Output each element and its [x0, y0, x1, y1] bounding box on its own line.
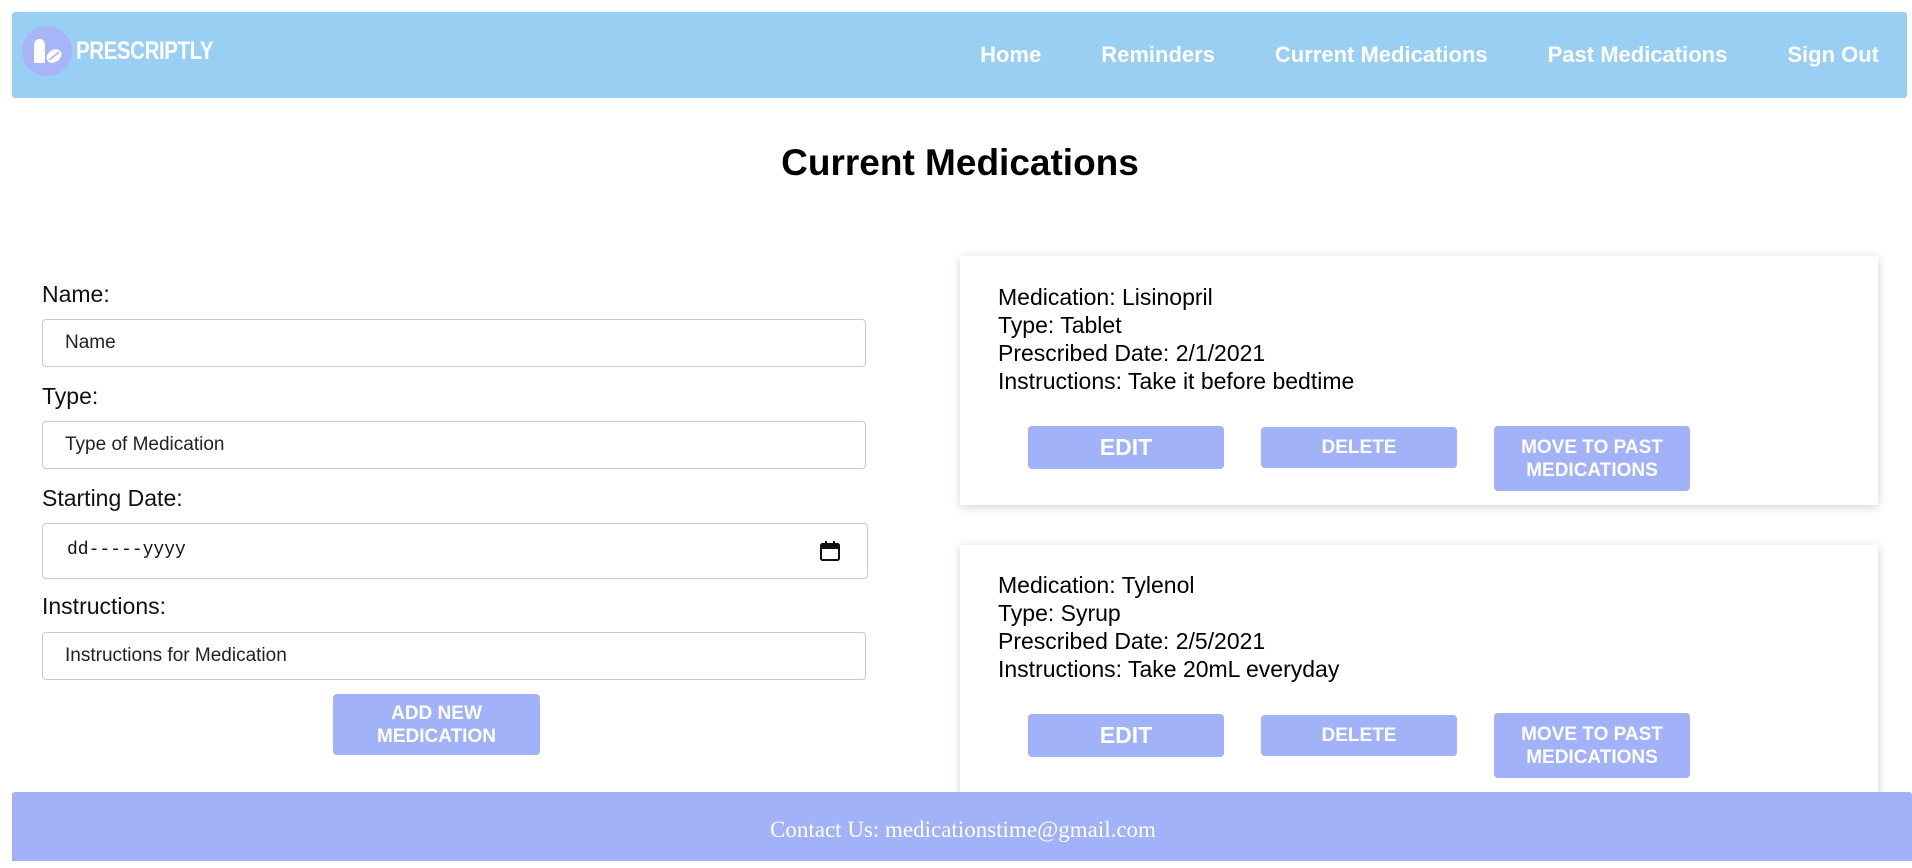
brand-name: PRESCRIPTLY: [76, 36, 214, 65]
add-new-medication-button[interactable]: ADD NEW MEDICATION: [333, 694, 540, 755]
name-label: Name:: [42, 281, 110, 307]
edit-button[interactable]: EDIT: [1028, 714, 1224, 757]
brand-logo[interactable]: PRESCRIPTLY: [22, 26, 243, 76]
medication-instructions: Instructions: Take it before bedtime: [998, 368, 1355, 394]
delete-button[interactable]: DELETE: [1261, 427, 1457, 468]
prescribed-date: Prescribed Date: 2/5/2021: [998, 628, 1266, 654]
navbar: PRESCRIPTLY Home Reminders Current Medic…: [12, 12, 1907, 98]
edit-button[interactable]: EDIT: [1028, 426, 1224, 469]
nav-current-medications[interactable]: Current Medications: [1275, 42, 1488, 68]
pill-icon: [22, 26, 72, 76]
nav-home[interactable]: Home: [980, 42, 1041, 68]
medication-name: Medication: Lisinopril: [998, 284, 1213, 310]
starting-date-input[interactable]: dd-----yyyy: [42, 523, 868, 579]
instructions-label: Instructions:: [42, 593, 166, 619]
medication-type: Type: Syrup: [998, 600, 1121, 626]
nav-links: Home Reminders Current Medications Past …: [920, 12, 1879, 98]
instructions-input[interactable]: [42, 632, 866, 680]
nav-sign-out[interactable]: Sign Out: [1787, 42, 1879, 68]
add-new-medication-label: ADD NEW MEDICATION: [377, 702, 496, 747]
medication-card: Medication: Lisinopril Type: Tablet Pres…: [960, 256, 1878, 505]
nav-past-medications[interactable]: Past Medications: [1548, 42, 1728, 68]
delete-button[interactable]: DELETE: [1261, 715, 1457, 756]
starting-date-label: Starting Date:: [42, 485, 183, 511]
calendar-icon[interactable]: [819, 540, 841, 562]
move-to-past-label: MOVE TO PAST MEDICATIONS: [1521, 436, 1663, 481]
move-to-past-button[interactable]: MOVE TO PAST MEDICATIONS: [1494, 426, 1690, 491]
name-input[interactable]: [42, 319, 866, 367]
move-to-past-label: MOVE TO PAST MEDICATIONS: [1521, 723, 1663, 768]
medication-instructions: Instructions: Take 20mL everyday: [998, 656, 1340, 682]
nav-reminders[interactable]: Reminders: [1101, 42, 1215, 68]
medication-card: Medication: Tylenol Type: Syrup Prescrib…: [960, 545, 1878, 805]
contact-text[interactable]: Contact Us: medicationstime@gmail.com: [12, 792, 1912, 861]
type-input[interactable]: [42, 421, 866, 469]
date-placeholder: dd-----yyyy: [67, 540, 186, 560]
page-title: Current Medications: [781, 142, 1139, 183]
medication-name: Medication: Tylenol: [998, 572, 1195, 598]
type-label: Type:: [42, 383, 99, 409]
move-to-past-button[interactable]: MOVE TO PAST MEDICATIONS: [1494, 713, 1690, 778]
medication-type: Type: Tablet: [998, 312, 1122, 338]
prescribed-date: Prescribed Date: 2/1/2021: [998, 340, 1266, 366]
footer: Contact Us: medicationstime@gmail.com: [12, 792, 1912, 861]
